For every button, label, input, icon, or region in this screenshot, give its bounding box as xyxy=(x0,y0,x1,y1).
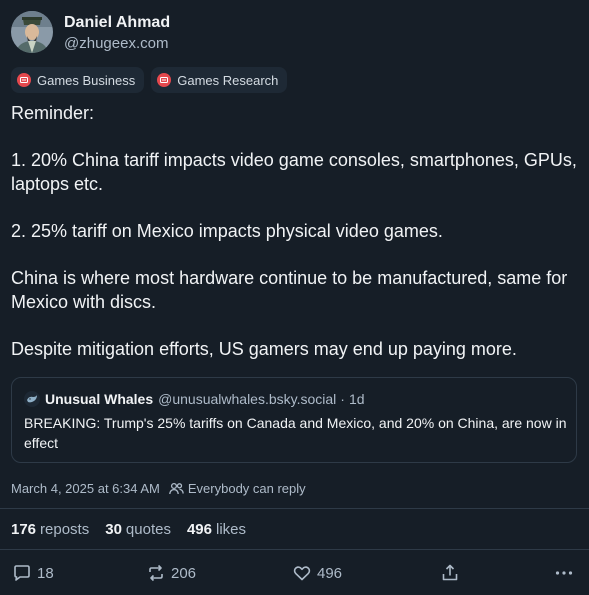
quoted-post-header: Unusual Whales @unusualwhales.bsky.socia… xyxy=(24,391,365,407)
divider xyxy=(0,508,589,509)
post-meta: March 4, 2025 at 6:34 AM Everybody can r… xyxy=(11,481,306,496)
share-icon xyxy=(442,564,458,581)
repost-button[interactable]: 206 xyxy=(146,563,196,583)
more-options-button[interactable] xyxy=(554,563,574,583)
feed-icon xyxy=(17,73,31,87)
share-button[interactable] xyxy=(441,563,459,583)
quoted-post-time: 1d xyxy=(348,391,365,407)
author-display-name[interactable]: Daniel Ahmad xyxy=(64,14,170,32)
avatar[interactable] xyxy=(11,11,53,53)
feed-chip-label: Games Business xyxy=(37,72,136,88)
separator-dot: · xyxy=(340,391,345,407)
quoted-author-handle: @unusualwhales.bsky.social xyxy=(158,391,337,407)
author-handle[interactable]: @zhugeex.com xyxy=(64,35,168,52)
quotes-label: quotes xyxy=(125,521,171,538)
quotes-stat[interactable]: 30 quotes xyxy=(105,521,171,538)
feed-chip-games-research[interactable]: Games Research xyxy=(151,67,288,93)
post-text: Reminder: 1. 20% China tariff impacts vi… xyxy=(11,101,579,361)
people-icon xyxy=(169,482,184,495)
reply-button[interactable]: 18 xyxy=(12,563,54,583)
reposts-stat[interactable]: 176 reposts xyxy=(11,521,89,538)
reposts-count: 176 xyxy=(11,521,37,538)
post-timestamp[interactable]: March 4, 2025 at 6:34 AM xyxy=(11,481,160,496)
likes-label: likes xyxy=(216,521,247,538)
likes-count: 496 xyxy=(186,521,212,538)
reply-count: 18 xyxy=(37,564,54,582)
like-button[interactable]: 496 xyxy=(292,563,342,583)
reposts-label: reposts xyxy=(40,521,90,538)
repost-icon xyxy=(149,564,163,582)
post-paragraph: Despite mitigation efforts, US gamers ma… xyxy=(11,339,517,359)
post-paragraph: 2. 25% tariff on Mexico impacts physical… xyxy=(11,221,443,241)
post-paragraph: Reminder: xyxy=(11,103,95,123)
feed-icon xyxy=(157,73,172,87)
ellipsis-icon xyxy=(555,571,573,575)
divider xyxy=(0,549,589,550)
like-count: 496 xyxy=(317,564,343,582)
feed-chips: Games Business Games Research xyxy=(11,67,288,93)
portrait-avatar-icon xyxy=(11,11,53,53)
quoted-author-name: Unusual Whales xyxy=(45,391,154,407)
post-paragraph: China is where most hardware continue to… xyxy=(11,268,568,312)
feed-chip-label: Games Research xyxy=(177,72,279,88)
action-bar: 18 206 496 xyxy=(0,563,589,587)
reply-setting-label: Everybody can reply xyxy=(187,481,306,496)
post-paragraph: 1. 20% China tariff impacts video game c… xyxy=(11,150,577,194)
quotes-count: 30 xyxy=(105,521,122,538)
post-thread-view: Daniel Ahmad @zhugeex.com Games Business… xyxy=(0,0,589,595)
likes-stat[interactable]: 496 likes xyxy=(187,521,246,538)
feed-chip-games-business[interactable]: Games Business xyxy=(11,67,145,93)
quoted-post[interactable]: Unusual Whales @unusualwhales.bsky.socia… xyxy=(11,377,577,463)
repost-count: 206 xyxy=(171,564,197,582)
reply-icon xyxy=(14,565,30,581)
reply-setting[interactable]: Everybody can reply xyxy=(169,481,306,496)
engagement-stats: 176 reposts 30 quotes 496 likes xyxy=(11,521,246,538)
heart-icon xyxy=(293,566,311,581)
quoted-post-text: BREAKING: Trump's 25% tariffs on Canada … xyxy=(24,415,567,451)
whale-avatar-icon xyxy=(24,391,40,407)
